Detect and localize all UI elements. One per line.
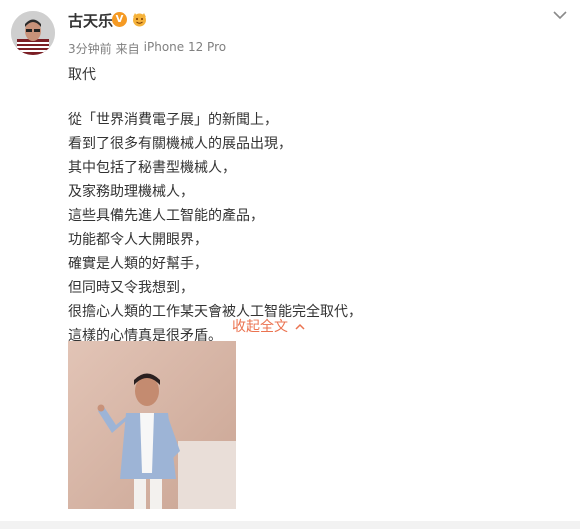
post-line: 其中包括了秘書型機械人， — [68, 160, 236, 176]
avatar[interactable] — [11, 11, 55, 55]
post-photo — [68, 341, 236, 509]
verified-v-icon: V — [112, 12, 127, 27]
username[interactable]: 古天乐 — [68, 10, 113, 31]
collapse-text-button[interactable]: 收起全文 — [232, 315, 306, 339]
fan-badge-icon — [133, 13, 146, 27]
post-line: 但同時又令我想到， — [68, 280, 194, 296]
post-time[interactable]: 3分钟前 — [68, 40, 112, 57]
post-line: 功能都令人大開眼界， — [68, 232, 208, 248]
collapse-label: 收起全文 — [232, 319, 288, 335]
post-image[interactable] — [68, 341, 236, 509]
chevron-up-icon — [295, 323, 305, 330]
post-title: 取代 — [68, 67, 96, 83]
divider — [0, 521, 580, 529]
post-line: 看到了很多有關機械人的展品出現， — [68, 136, 292, 152]
post-body: 從「世界消費電子展」的新聞上， 看到了很多有關機械人的展品出現， 其中包括了秘書… — [68, 108, 362, 348]
post-line: 從「世界消費電子展」的新聞上， — [68, 112, 278, 128]
post-source-device[interactable]: iPhone 12 Pro — [144, 40, 226, 57]
post-line: 及家務助理機械人， — [68, 184, 194, 200]
post-line: 很擔心人類的工作某天會被人工智能完全取代， — [68, 304, 362, 320]
chevron-down-icon[interactable] — [551, 8, 569, 22]
post-meta: 3分钟前 来自 iPhone 12 Pro — [68, 40, 226, 57]
post-line: 這些具備先進人工智能的產品， — [68, 208, 264, 224]
avatar-image — [11, 11, 55, 55]
post-line: 確實是人類的好幫手， — [68, 256, 208, 272]
post-source-prefix: 来自 — [115, 42, 140, 56]
